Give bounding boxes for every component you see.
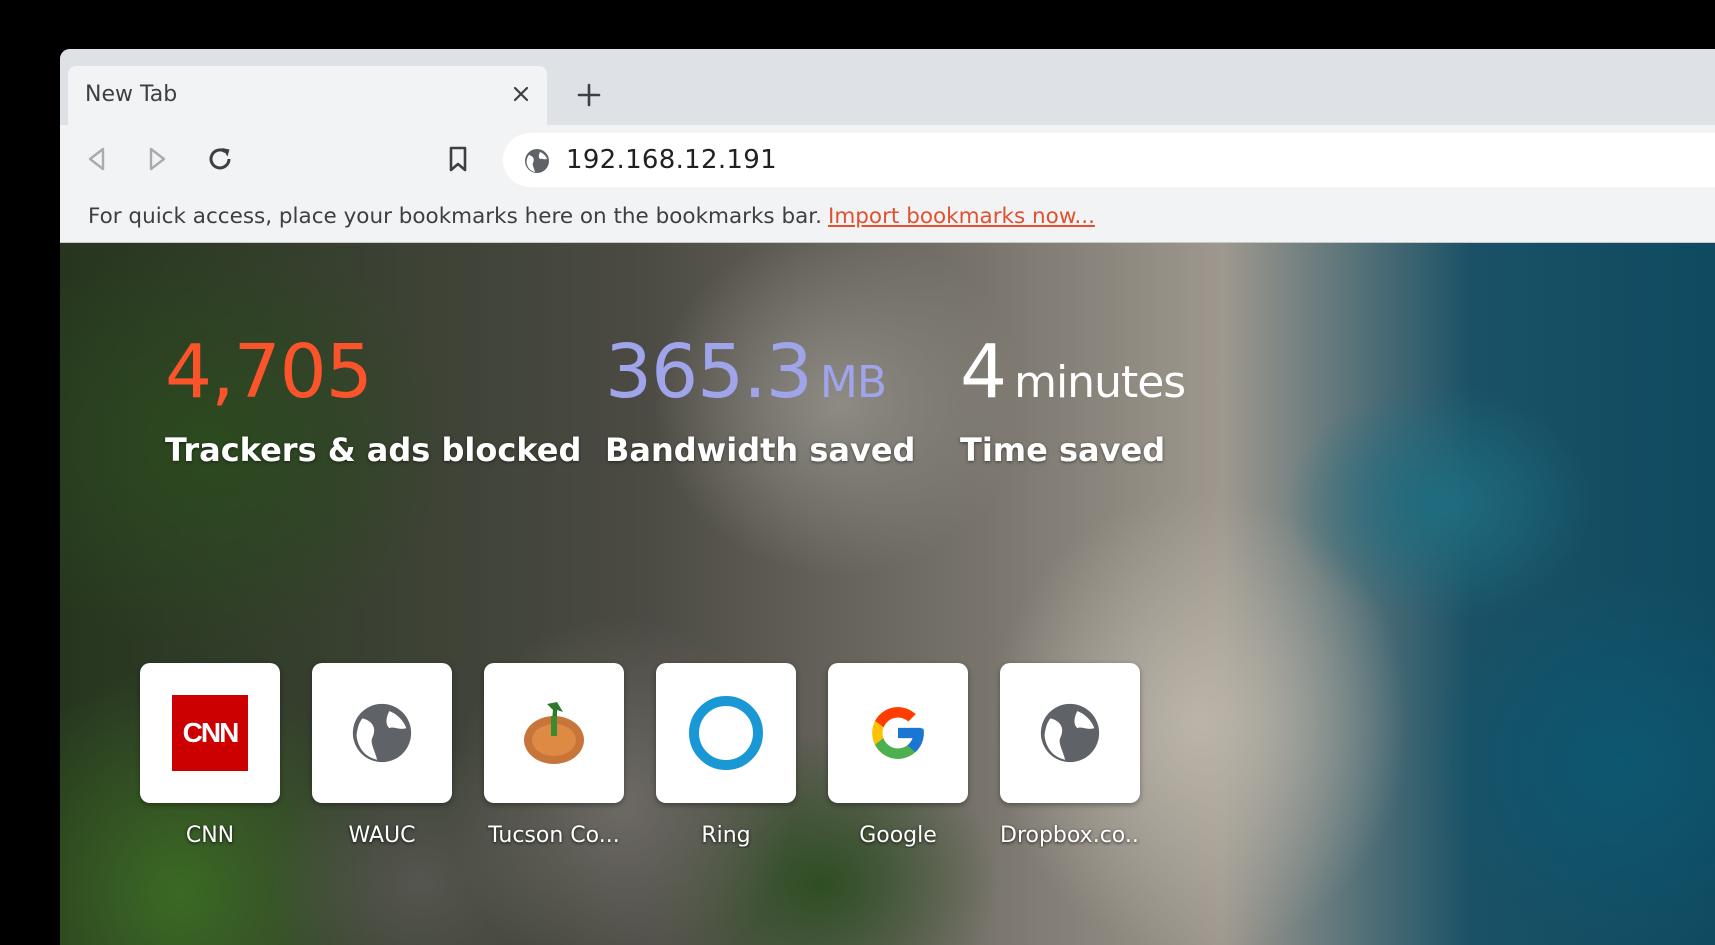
reload-icon	[209, 148, 231, 170]
ring-logo-icon	[689, 696, 763, 770]
top-site-label: Ring	[701, 823, 751, 848]
back-button[interactable]	[76, 139, 116, 179]
bookmarks-bar: For quick access, place your bookmarks h…	[60, 192, 1715, 243]
forward-button[interactable]	[138, 139, 178, 179]
google-logo-icon	[872, 707, 924, 759]
top-site-cnn[interactable]: CNN	[140, 663, 280, 803]
address-text[interactable]: 192.168.12.191	[566, 145, 777, 175]
stat-bandwidth-value-row: 365.3 MB	[605, 335, 915, 409]
tab-new-tab[interactable]: New Tab	[68, 66, 547, 125]
stat-bandwidth-unit: MB	[819, 357, 887, 408]
close-icon	[513, 86, 529, 102]
tucson-favicon-icon	[524, 702, 584, 764]
bookmarks-bar-message-row: For quick access, place your bookmarks h…	[88, 204, 1095, 229]
stat-time-unit: minutes	[1014, 357, 1186, 408]
new-tab-button[interactable]	[570, 76, 608, 114]
top-site-label: CNN	[185, 823, 235, 848]
top-site-tile[interactable]: CNN CNN	[140, 663, 280, 848]
stat-trackers-value: 4,705	[165, 329, 373, 415]
bookmark-button[interactable]	[438, 139, 478, 179]
import-bookmarks-link[interactable]: Import bookmarks now...	[828, 204, 1095, 229]
top-site-tucson[interactable]	[484, 663, 624, 803]
stat-trackers-label: Trackers & ads blocked	[165, 431, 582, 469]
top-site-label: Dropbox.co...	[1000, 823, 1140, 848]
stat-time-label: Time saved	[960, 431, 1166, 469]
top-site-tile[interactable]: WAUC	[312, 663, 452, 848]
stat-bandwidth-saved: 365.3 MB Bandwidth saved	[605, 335, 915, 469]
top-site-ring[interactable]	[656, 663, 796, 803]
stat-time-value-row: 4 minutes	[960, 335, 1186, 409]
globe-icon	[1040, 703, 1100, 763]
screen: New Tab 192.168.12.191 For quick access,…	[6, 6, 1715, 945]
tab-strip: New Tab	[60, 49, 1715, 125]
stat-time-saved: 4 minutes Time saved	[960, 335, 1186, 469]
svg-text:CNN: CNN	[183, 717, 238, 748]
top-site-label: Tucson Co...	[488, 823, 620, 848]
cnn-logo-icon: CNN	[172, 695, 248, 771]
toolbar: 192.168.12.191	[60, 125, 1715, 192]
new-tab-page: 4,705 Trackers & ads blocked 365.3 MB Ban…	[60, 243, 1715, 945]
stat-trackers-value-row: 4,705	[165, 335, 581, 409]
top-site-google[interactable]	[828, 663, 968, 803]
reload-button[interactable]	[200, 139, 240, 179]
address-bar[interactable]: 192.168.12.191	[503, 133, 1715, 187]
back-arrow-icon	[88, 147, 105, 171]
bookmark-icon	[449, 146, 467, 172]
forward-arrow-icon	[149, 147, 166, 171]
top-site-tile[interactable]: Dropbox.co...	[1000, 663, 1140, 848]
plus-icon	[577, 83, 601, 107]
top-site-label: Google	[859, 823, 937, 848]
top-site-dropbox[interactable]	[1000, 663, 1140, 803]
browser-window: New Tab 192.168.12.191 For quick access,…	[60, 49, 1715, 945]
top-site-tile[interactable]: Tucson Co...	[484, 663, 624, 848]
top-site-tile[interactable]: Ring	[656, 663, 796, 848]
stat-trackers-blocked: 4,705 Trackers & ads blocked	[165, 335, 581, 469]
globe-icon	[525, 149, 549, 173]
top-site-wauc[interactable]	[312, 663, 452, 803]
bookmarks-bar-message: For quick access, place your bookmarks h…	[88, 204, 822, 229]
close-tab-button[interactable]	[507, 80, 535, 108]
globe-icon	[352, 703, 412, 763]
stat-bandwidth-label: Bandwidth saved	[605, 431, 916, 469]
stat-bandwidth-value: 365.3	[605, 329, 813, 415]
stat-time-value: 4	[960, 329, 1007, 415]
top-site-label: WAUC	[348, 823, 416, 848]
tab-title: New Tab	[85, 82, 178, 107]
top-site-tile[interactable]: Google	[828, 663, 968, 848]
